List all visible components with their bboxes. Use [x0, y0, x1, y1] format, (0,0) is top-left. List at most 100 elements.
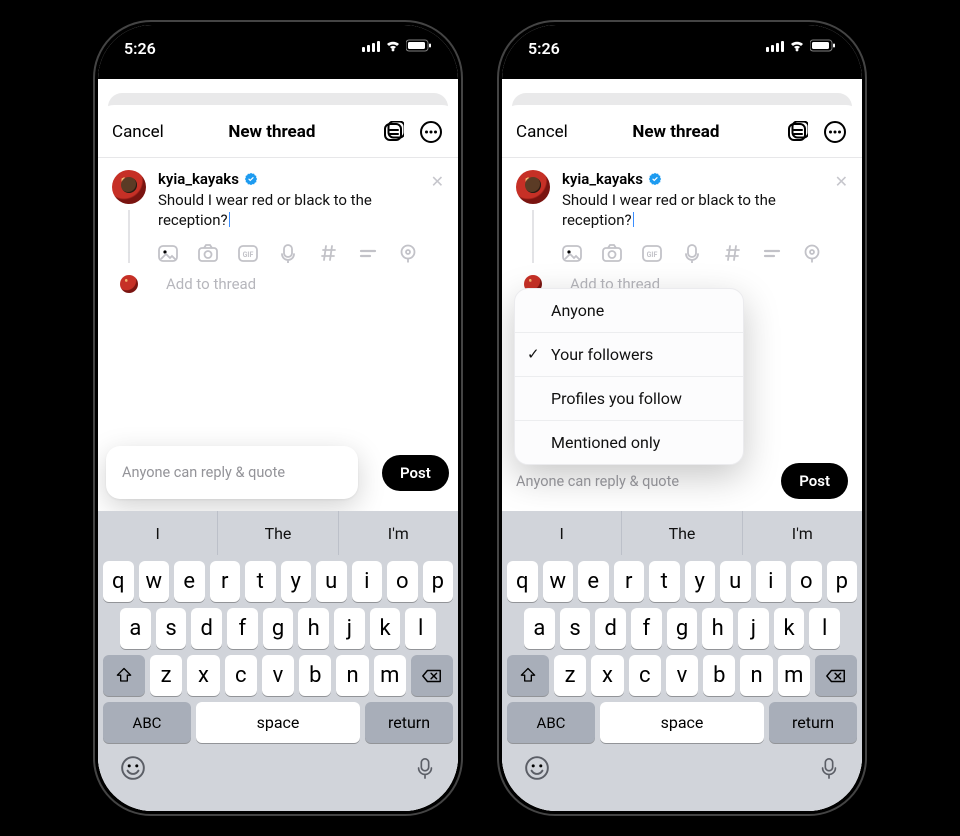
key-p[interactable]: p: [423, 561, 454, 602]
key-l[interactable]: l: [809, 608, 840, 649]
key-t[interactable]: t: [245, 561, 276, 602]
key-j[interactable]: j: [334, 608, 365, 649]
key-u[interactable]: u: [720, 561, 751, 602]
post-button[interactable]: Post: [382, 455, 449, 491]
key-m[interactable]: m: [778, 655, 810, 696]
gif-icon[interactable]: [642, 243, 662, 267]
key-w[interactable]: w: [139, 561, 170, 602]
key-z[interactable]: z: [554, 655, 586, 696]
key-v[interactable]: v: [262, 655, 294, 696]
key-return[interactable]: return: [365, 702, 453, 743]
key-d[interactable]: d: [595, 608, 626, 649]
key-l[interactable]: l: [405, 608, 436, 649]
key-r[interactable]: r: [210, 561, 241, 602]
key-shift[interactable]: [103, 655, 145, 696]
key-j[interactable]: j: [738, 608, 769, 649]
key-q[interactable]: q: [103, 561, 134, 602]
voice-icon[interactable]: [278, 243, 298, 267]
key-d[interactable]: d: [191, 608, 222, 649]
avatar[interactable]: [112, 170, 146, 204]
key-s[interactable]: s: [560, 608, 591, 649]
more-options-button[interactable]: [418, 119, 444, 145]
camera-icon[interactable]: [602, 243, 622, 267]
avatar[interactable]: [516, 170, 550, 204]
gallery-icon[interactable]: [158, 243, 178, 267]
more-options-button[interactable]: [822, 119, 848, 145]
suggestion-1[interactable]: I: [502, 511, 622, 555]
key-a[interactable]: a: [120, 608, 151, 649]
key-abc[interactable]: ABC: [507, 702, 595, 743]
cancel-button[interactable]: Cancel: [112, 122, 164, 142]
key-f[interactable]: f: [631, 608, 662, 649]
menu-item-anyone[interactable]: Anyone: [515, 289, 743, 333]
key-i[interactable]: i: [756, 561, 787, 602]
menu-item-profiles-you-follow[interactable]: Profiles you follow: [515, 377, 743, 421]
add-to-thread-row[interactable]: Add to thread: [98, 267, 458, 293]
remove-post-button[interactable]: ✕: [431, 172, 444, 191]
key-v[interactable]: v: [666, 655, 698, 696]
camera-icon[interactable]: [198, 243, 218, 267]
keyboard[interactable]: I The I'm q w e r t y u i o p a s d f: [502, 511, 862, 811]
dictation-icon[interactable]: [414, 755, 436, 785]
poll-icon[interactable]: [358, 243, 378, 267]
key-y[interactable]: y: [685, 561, 716, 602]
poll-icon[interactable]: [762, 243, 782, 267]
key-p[interactable]: p: [827, 561, 858, 602]
key-return[interactable]: return: [769, 702, 857, 743]
location-icon[interactable]: [398, 243, 418, 267]
key-m[interactable]: m: [374, 655, 406, 696]
key-shift[interactable]: [507, 655, 549, 696]
key-z[interactable]: z: [150, 655, 182, 696]
voice-icon[interactable]: [682, 243, 702, 267]
key-b[interactable]: b: [703, 655, 735, 696]
menu-item-your-followers[interactable]: ✓Your followers: [515, 333, 743, 377]
keyboard[interactable]: I The I'm q w e r t y u i o p a s d f: [98, 511, 458, 811]
key-x[interactable]: x: [187, 655, 219, 696]
key-o[interactable]: o: [791, 561, 822, 602]
key-k[interactable]: k: [370, 608, 401, 649]
key-w[interactable]: w: [543, 561, 574, 602]
emoji-keyboard-icon[interactable]: [120, 755, 146, 785]
key-n[interactable]: n: [336, 655, 368, 696]
hashtag-icon[interactable]: [722, 243, 742, 267]
key-space[interactable]: space: [600, 702, 764, 743]
drafts-button[interactable]: [784, 119, 810, 145]
key-e[interactable]: e: [174, 561, 205, 602]
remove-post-button[interactable]: ✕: [835, 172, 848, 191]
post-button[interactable]: Post: [781, 463, 848, 499]
key-n[interactable]: n: [740, 655, 772, 696]
key-e[interactable]: e: [578, 561, 609, 602]
key-s[interactable]: s: [156, 608, 187, 649]
key-h[interactable]: h: [702, 608, 733, 649]
dictation-icon[interactable]: [818, 755, 840, 785]
suggestion-3[interactable]: I'm: [339, 511, 458, 555]
suggestion-1[interactable]: I: [98, 511, 218, 555]
key-i[interactable]: i: [352, 561, 383, 602]
reply-audience-button[interactable]: Anyone can reply & quote: [516, 473, 769, 490]
compose-text-input[interactable]: Should I wear red or black to the recept…: [158, 190, 444, 231]
key-a[interactable]: a: [524, 608, 555, 649]
suggestion-2[interactable]: The: [218, 511, 338, 555]
key-g[interactable]: g: [667, 608, 698, 649]
key-g[interactable]: g: [263, 608, 294, 649]
key-c[interactable]: c: [629, 655, 661, 696]
key-y[interactable]: y: [281, 561, 312, 602]
key-space[interactable]: space: [196, 702, 360, 743]
key-x[interactable]: x: [591, 655, 623, 696]
emoji-keyboard-icon[interactable]: [524, 755, 550, 785]
key-q[interactable]: q: [507, 561, 538, 602]
key-c[interactable]: c: [225, 655, 257, 696]
suggestion-2[interactable]: The: [622, 511, 742, 555]
hashtag-icon[interactable]: [318, 243, 338, 267]
compose-text-input[interactable]: Should I wear red or black to the recept…: [562, 190, 848, 231]
drafts-button[interactable]: [380, 119, 406, 145]
gif-icon[interactable]: [238, 243, 258, 267]
key-b[interactable]: b: [299, 655, 331, 696]
key-abc[interactable]: ABC: [103, 702, 191, 743]
key-t[interactable]: t: [649, 561, 680, 602]
reply-audience-button[interactable]: Anyone can reply & quote: [106, 446, 358, 499]
key-k[interactable]: k: [774, 608, 805, 649]
key-f[interactable]: f: [227, 608, 258, 649]
suggestion-3[interactable]: I'm: [743, 511, 862, 555]
key-delete[interactable]: [815, 655, 857, 696]
